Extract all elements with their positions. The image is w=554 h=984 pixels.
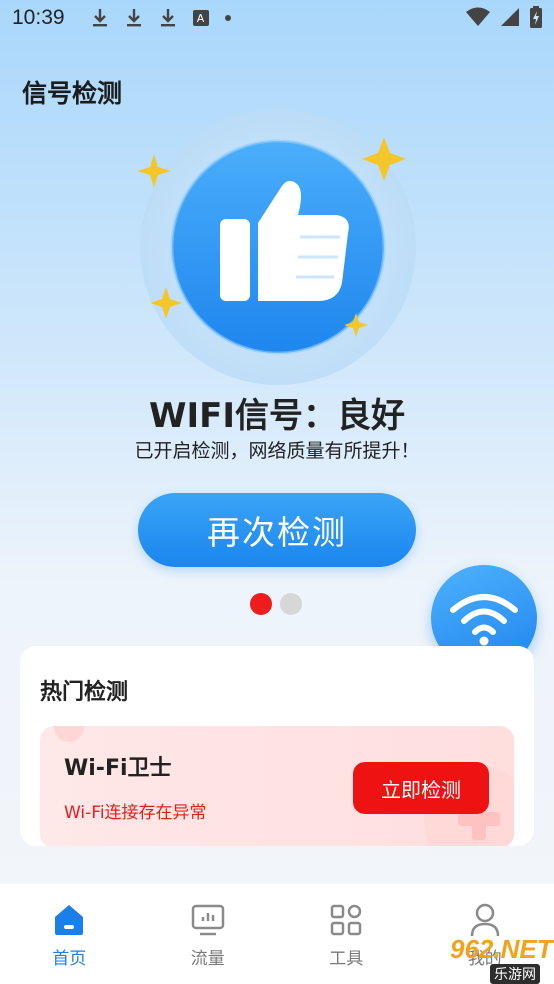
page-indicator-dot[interactable] — [280, 593, 302, 615]
cell-signal-icon — [500, 7, 520, 32]
nav-item-tools[interactable]: 工具 — [277, 884, 416, 984]
a-icon: A — [192, 10, 209, 26]
download-icon — [125, 8, 143, 28]
nav-item-traffic[interactable]: 流量 — [139, 884, 278, 984]
list-item[interactable]: Wi-Fi卫士 Wi-Fi连接存在异常 立即检测 — [40, 726, 514, 846]
download-icon — [159, 8, 177, 28]
signal-status-subtitle: 已开启检测，网络质量有所提升！ — [134, 440, 420, 462]
page-title: 信号检测 — [22, 79, 123, 108]
status-system-icons — [466, 6, 542, 33]
watermark-logo: 962.NET 乐游网 — [416, 930, 554, 984]
hero-illustration — [137, 107, 418, 387]
wifi-icon — [450, 594, 518, 646]
watermark-text: 962.NET — [450, 934, 553, 964]
dot-icon — [224, 15, 231, 21]
thumbs-up-icon — [137, 109, 416, 385]
hot-detection-title: 热门检测 — [40, 680, 129, 705]
nav-item-home[interactable]: 首页 — [0, 884, 139, 984]
nav-label-home: 首页 — [52, 949, 87, 969]
status-bar: 10:39 A — [0, 0, 554, 36]
home-icon — [51, 902, 87, 938]
wifi-guard-title: Wi-Fi卫士 — [64, 756, 172, 781]
nav-label-traffic: 流量 — [190, 949, 225, 969]
tools-grid-icon — [328, 902, 364, 938]
retest-button[interactable]: 再次检测 — [138, 493, 416, 567]
hot-detection-card: 热门检测 Wi-Fi卫士 Wi-Fi连接存在异常 立即检测 — [20, 646, 534, 846]
page-indicator-dot-active[interactable] — [250, 593, 272, 615]
battery-charging-icon — [530, 6, 542, 33]
signal-status-title: WIFI信号：良好 — [148, 396, 406, 436]
download-icon — [91, 8, 109, 28]
page-indicator — [250, 593, 302, 615]
nav-label-tools: 工具 — [329, 949, 364, 969]
wifi-guard-description: Wi-Fi连接存在异常 — [64, 803, 207, 823]
detect-now-button[interactable]: 立即检测 — [353, 762, 489, 814]
status-time: 10:39 — [12, 6, 65, 29]
traffic-chart-icon — [190, 902, 226, 938]
watermark-subtext: 乐游网 — [490, 964, 540, 984]
wifi-signal-icon — [466, 7, 490, 32]
decoration — [54, 726, 84, 742]
status-notification-icons: A — [91, 8, 231, 28]
